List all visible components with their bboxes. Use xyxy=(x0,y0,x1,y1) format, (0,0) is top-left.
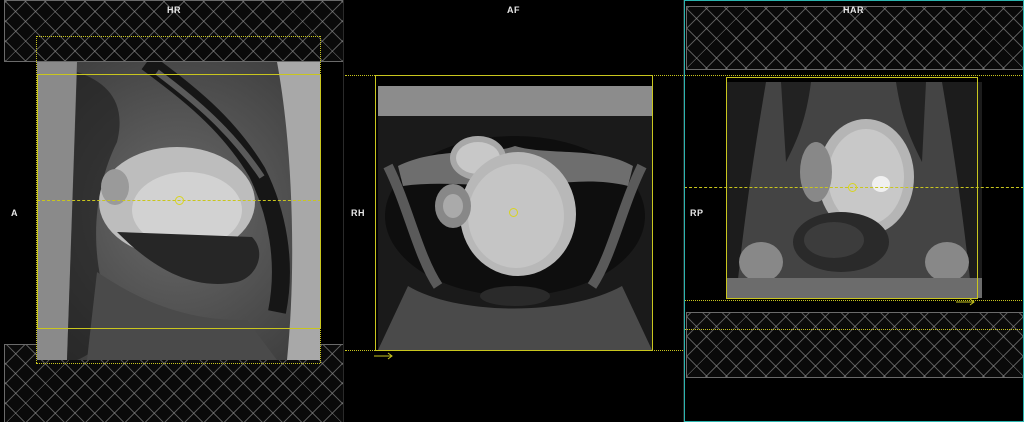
coronal-top-orientation-label: HAR xyxy=(843,5,864,15)
sagittal-left-orientation-label: A xyxy=(11,208,18,218)
yellow-circle-icon[interactable] xyxy=(509,208,518,217)
active-viewport-frame xyxy=(684,0,1024,422)
axial-left-orientation-label: RH xyxy=(351,208,365,218)
viewport-divider xyxy=(343,0,344,422)
sagittal-viewport[interactable]: HR A xyxy=(0,0,343,422)
axial-slab-bottom-edge[interactable] xyxy=(345,350,683,351)
coronal-left-orientation-label: RP xyxy=(690,208,704,218)
sagittal-top-orientation-label: HR xyxy=(167,5,181,15)
axial-viewport[interactable]: AF RH xyxy=(345,0,683,422)
coronal-viewport[interactable]: HAR RP xyxy=(684,0,1024,422)
axial-top-orientation-label: AF xyxy=(507,5,520,15)
sagittal-slab-bottom-edge[interactable] xyxy=(36,363,320,364)
yellow-circle-icon[interactable] xyxy=(175,196,184,205)
sagittal-slab-top-edge[interactable] xyxy=(36,36,320,37)
arrow-right-icon[interactable] xyxy=(374,352,396,360)
